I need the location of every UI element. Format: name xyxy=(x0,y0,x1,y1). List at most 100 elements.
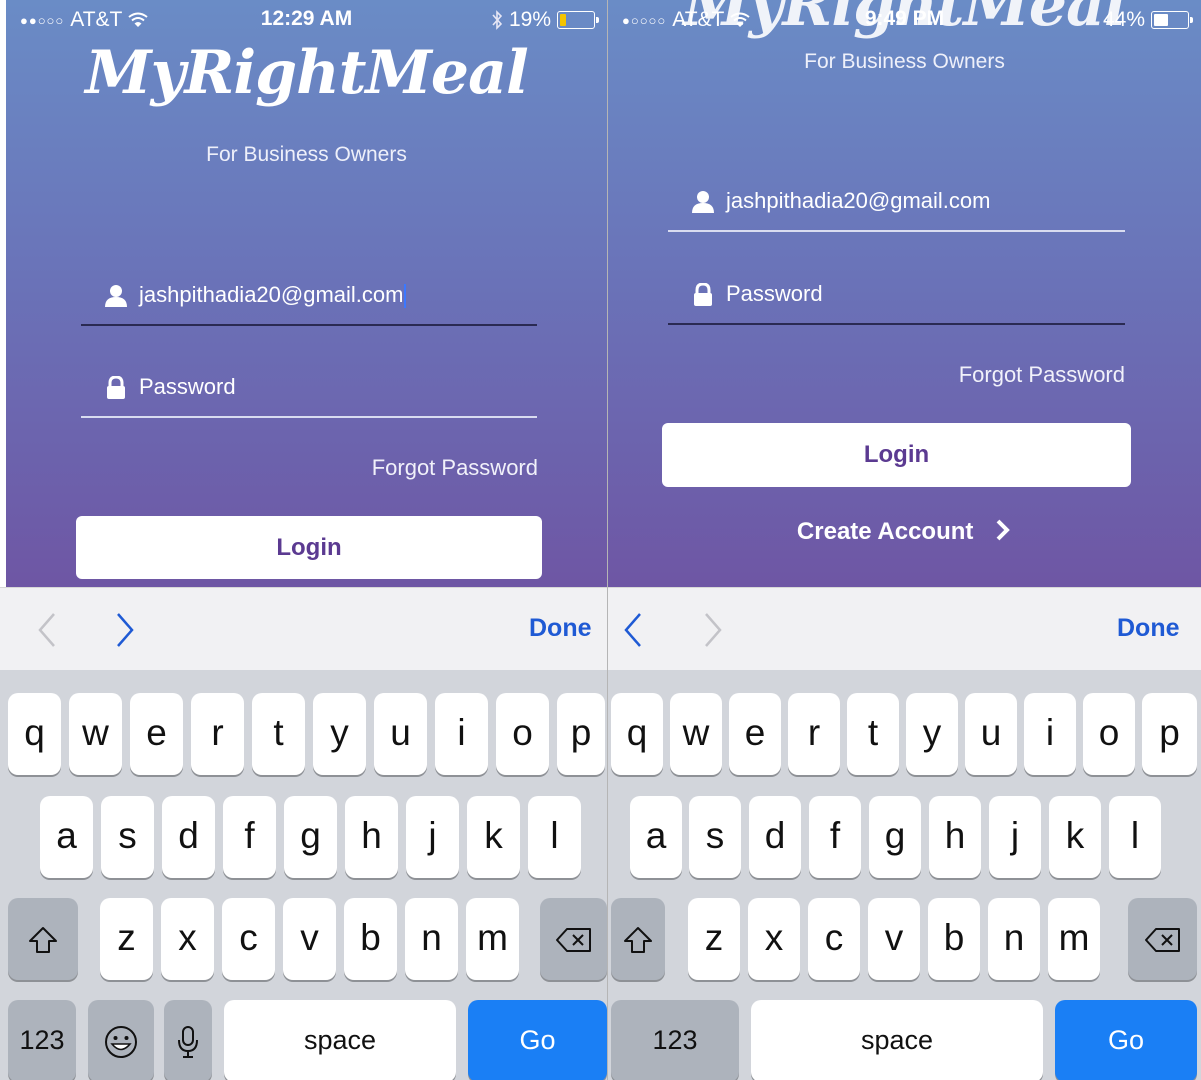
key-h[interactable]: h xyxy=(345,796,398,878)
key-p[interactable]: p xyxy=(557,693,605,775)
key-p[interactable]: p xyxy=(1142,693,1197,775)
key-t[interactable]: t xyxy=(252,693,305,775)
key-j[interactable]: j xyxy=(989,796,1041,878)
key-v[interactable]: v xyxy=(283,898,336,980)
key-z[interactable]: z xyxy=(100,898,153,980)
key-f[interactable]: f xyxy=(223,796,276,878)
key-a[interactable]: a xyxy=(40,796,93,878)
key-b[interactable]: b xyxy=(928,898,980,980)
shift-key[interactable] xyxy=(611,898,665,980)
lock-icon xyxy=(107,376,125,399)
done-button[interactable]: Done xyxy=(529,614,592,643)
key-d[interactable]: d xyxy=(162,796,215,878)
key-b[interactable]: b xyxy=(344,898,397,980)
login-button[interactable]: Login xyxy=(662,423,1131,487)
key-d[interactable]: d xyxy=(749,796,801,878)
key-m[interactable]: m xyxy=(466,898,519,980)
left-phone-screen: ●●○○○ AT&T 12:29 AM 19% MyRightMeal For … xyxy=(0,0,607,1080)
key-z[interactable]: z xyxy=(688,898,740,980)
create-account-link[interactable]: Create Account xyxy=(608,518,1201,546)
key-j[interactable]: j xyxy=(406,796,459,878)
go-key[interactable]: Go xyxy=(1055,1000,1197,1080)
key-m[interactable]: m xyxy=(1048,898,1100,980)
dictation-key[interactable] xyxy=(164,1000,212,1080)
key-q[interactable]: q xyxy=(611,693,663,775)
key-e[interactable]: e xyxy=(130,693,183,775)
key-s[interactable]: s xyxy=(689,796,741,878)
key-f[interactable]: f xyxy=(809,796,861,878)
key-c[interactable]: c xyxy=(222,898,275,980)
key-c[interactable]: c xyxy=(808,898,860,980)
key-o[interactable]: o xyxy=(1083,693,1135,775)
key-r[interactable]: r xyxy=(788,693,840,775)
password-field[interactable]: Password xyxy=(668,265,1125,325)
user-icon xyxy=(105,285,127,307)
shift-icon xyxy=(624,927,652,954)
go-key[interactable]: Go xyxy=(468,1000,607,1080)
password-field[interactable]: Password xyxy=(81,358,537,418)
key-k[interactable]: k xyxy=(1049,796,1101,878)
shift-key[interactable] xyxy=(8,898,78,980)
key-u[interactable]: u xyxy=(374,693,427,775)
email-field[interactable]: jashpithadia20@gmail.com xyxy=(81,266,537,326)
email-underline xyxy=(668,230,1125,232)
space-key[interactable]: space xyxy=(224,1000,456,1080)
key-s[interactable]: s xyxy=(101,796,154,878)
forgot-password-link[interactable]: Forgot Password xyxy=(893,362,1125,388)
subtitle: For Business Owners xyxy=(206,143,407,166)
key-i[interactable]: i xyxy=(435,693,488,775)
password-underline xyxy=(668,323,1125,325)
key-l[interactable]: l xyxy=(1109,796,1161,878)
subtitle: For Business Owners xyxy=(804,50,1005,73)
key-u[interactable]: u xyxy=(965,693,1017,775)
key-v[interactable]: v xyxy=(868,898,920,980)
key-x[interactable]: x xyxy=(161,898,214,980)
key-l[interactable]: l xyxy=(528,796,581,878)
chevron-right-icon[interactable] xyxy=(698,610,728,650)
create-account-label: Create Account xyxy=(796,518,974,545)
chevron-left-icon[interactable] xyxy=(34,610,64,650)
key-t[interactable]: t xyxy=(847,693,899,775)
app-logo: MyRightMeal xyxy=(85,38,529,108)
email-underline xyxy=(81,324,537,326)
key-x[interactable]: x xyxy=(748,898,800,980)
key-n[interactable]: n xyxy=(988,898,1040,980)
done-button[interactable]: Done xyxy=(1117,614,1180,643)
battery-percent: 19% xyxy=(508,8,551,31)
battery-percent: 44% xyxy=(1102,8,1145,31)
login-screen: ●●○○○ AT&T 12:29 AM 19% MyRightMeal For … xyxy=(6,0,607,587)
numbers-key[interactable]: 123 xyxy=(8,1000,76,1080)
password-placeholder: Password xyxy=(139,374,236,399)
backspace-key[interactable] xyxy=(1128,898,1197,980)
shift-icon xyxy=(29,927,57,954)
chevron-right-icon[interactable] xyxy=(110,610,140,650)
key-h[interactable]: h xyxy=(929,796,981,878)
key-i[interactable]: i xyxy=(1024,693,1076,775)
lock-icon xyxy=(694,283,712,306)
key-a[interactable]: a xyxy=(630,796,682,878)
emoji-key[interactable] xyxy=(88,1000,154,1080)
backspace-key[interactable] xyxy=(540,898,607,980)
chevron-left-icon[interactable] xyxy=(620,610,650,650)
numbers-key[interactable]: 123 xyxy=(611,1000,739,1080)
key-g[interactable]: g xyxy=(284,796,337,878)
key-n[interactable]: n xyxy=(405,898,458,980)
key-q[interactable]: q xyxy=(8,693,61,775)
key-k[interactable]: k xyxy=(467,796,520,878)
email-field[interactable]: jashpithadia20@gmail.com xyxy=(668,172,1125,232)
key-r[interactable]: r xyxy=(191,693,244,775)
key-y[interactable]: y xyxy=(313,693,366,775)
key-e[interactable]: e xyxy=(729,693,781,775)
login-screen: MyRightMeal ●○○○○ AT&T 9:49 PM 44% For B… xyxy=(608,0,1201,587)
space-key[interactable]: space xyxy=(751,1000,1043,1080)
microphone-icon xyxy=(178,1026,198,1059)
key-y[interactable]: y xyxy=(906,693,958,775)
key-w[interactable]: w xyxy=(670,693,722,775)
login-button[interactable]: Login xyxy=(76,516,542,579)
key-g[interactable]: g xyxy=(869,796,921,878)
forgot-password-link[interactable]: Forgot Password xyxy=(306,455,538,481)
key-w[interactable]: w xyxy=(69,693,122,775)
bluetooth-icon xyxy=(492,10,503,30)
email-value: jashpithadia20@gmail.com xyxy=(139,282,404,307)
key-o[interactable]: o xyxy=(496,693,549,775)
